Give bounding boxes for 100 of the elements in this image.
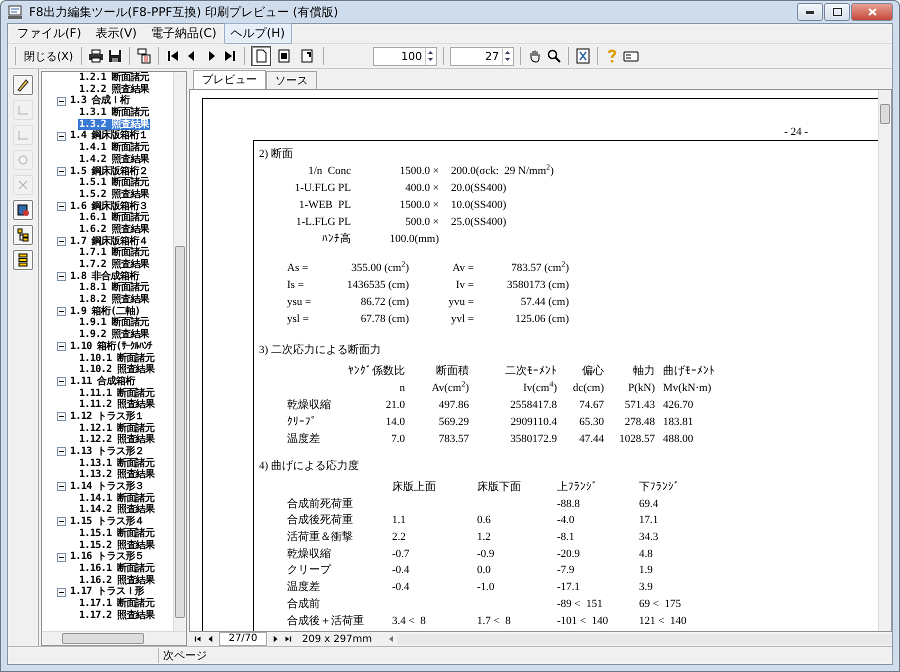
tree-item[interactable]: 1.16.1 断面諸元 bbox=[78, 562, 156, 575]
expander-icon[interactable] bbox=[57, 307, 66, 316]
pencil-icon[interactable] bbox=[13, 75, 33, 95]
tree-item[interactable]: 1.17.1 断面諸元 bbox=[78, 598, 156, 610]
last-page-icon[interactable] bbox=[283, 634, 293, 644]
tree-item[interactable]: 1.4.1 断面諸元 bbox=[78, 142, 150, 154]
close-preview-button[interactable]: 閉じる(X) bbox=[22, 48, 76, 64]
first-page-icon[interactable] bbox=[193, 634, 203, 644]
expander-icon[interactable] bbox=[57, 272, 66, 282]
tree-icon[interactable] bbox=[13, 225, 33, 245]
maximize-button[interactable] bbox=[824, 3, 850, 21]
tree-item[interactable]: 1.9.1 断面諸元 bbox=[78, 317, 150, 330]
tree-item[interactable]: 1.3.2 照査結果 bbox=[78, 118, 150, 130]
tree-item[interactable]: 1.11.2 照査結果 bbox=[78, 399, 156, 411]
expander-icon[interactable] bbox=[57, 132, 66, 141]
table-cell-text: ﾊﾝﾁ高 bbox=[321, 232, 351, 247]
tree-item[interactable]: 1.4 鋼床版箱桁１ bbox=[69, 130, 150, 142]
expander-icon[interactable] bbox=[57, 517, 66, 526]
tree-item[interactable]: 1.13.1 断面諸元 bbox=[78, 458, 156, 470]
expander-icon[interactable] bbox=[57, 236, 66, 246]
search-icon[interactable] bbox=[546, 48, 562, 64]
tree-item[interactable]: 1.11 合成箱桁 bbox=[69, 376, 136, 388]
down-arrow-icon[interactable] bbox=[426, 56, 436, 64]
tree-item[interactable]: 1.15.2 照査結果 bbox=[78, 540, 156, 552]
tree-item[interactable]: 1.11.1 断面諸元 bbox=[78, 388, 156, 400]
down-arrow-icon[interactable] bbox=[503, 56, 512, 64]
expander-icon[interactable] bbox=[57, 447, 66, 456]
tree-item[interactable]: 1.14.1 断面諸元 bbox=[78, 492, 156, 504]
list-icon[interactable] bbox=[13, 250, 33, 270]
table-cell-text: 1436535 (cm) bbox=[346, 278, 409, 293]
document-scrollbar[interactable] bbox=[878, 90, 891, 631]
expander-icon[interactable] bbox=[57, 202, 66, 211]
tree-horizontal-scrollbar[interactable] bbox=[42, 631, 186, 645]
table-cell-text: 曲げﾓｰﾒﾝﾄ bbox=[662, 364, 716, 379]
expander-icon[interactable] bbox=[57, 96, 66, 106]
tab[interactable]: プレビュー bbox=[193, 70, 266, 89]
expander-icon[interactable] bbox=[57, 166, 66, 176]
tree-item[interactable]: 1.10 箱桁(ｻｰｸﾙﾊﾝﾁ bbox=[69, 340, 154, 353]
tree-scrollbar[interactable] bbox=[173, 72, 186, 631]
tree-item[interactable]: 1.6 鋼床版箱桁３ bbox=[69, 200, 150, 212]
tree-item[interactable]: 1.7 鋼床版箱桁４ bbox=[69, 236, 150, 248]
tree-item[interactable]: 1.13 トラス形２ bbox=[69, 446, 146, 458]
table-cell-text: 57.44 (cm) bbox=[520, 295, 569, 310]
expander-icon[interactable] bbox=[57, 588, 66, 597]
minimize-button[interactable] bbox=[797, 3, 823, 21]
table-cell-text: 下ﾌﾗﾝｼﾞ bbox=[639, 480, 681, 495]
tree-item[interactable]: 1.7.2 照査結果 bbox=[78, 259, 150, 271]
tree-item[interactable]: 1.16.2 照査結果 bbox=[78, 574, 156, 586]
tree-item[interactable]: 1.4.2 照査結果 bbox=[78, 154, 150, 166]
zoom-field[interactable]: 100 bbox=[373, 46, 438, 66]
tree-item[interactable]: 1.16 トラス形５ bbox=[69, 551, 146, 563]
page-number: - 24 - bbox=[784, 126, 808, 138]
view-mode-icon[interactable] bbox=[251, 46, 272, 66]
tree-item[interactable]: 1.5 鋼床版箱桁２ bbox=[69, 166, 150, 178]
tab[interactable]: ソース bbox=[266, 71, 317, 89]
tree-item[interactable]: 1.5.1 断面諸元 bbox=[78, 177, 150, 189]
tree-item[interactable]: 1.15.1 断面諸元 bbox=[78, 528, 156, 540]
save-icon[interactable] bbox=[107, 48, 124, 64]
tree-item[interactable]: 1.14 トラス形３ bbox=[69, 481, 146, 493]
tree-item[interactable]: 1.12.1 断面諸元 bbox=[78, 422, 156, 434]
fit-page-icon[interactable] bbox=[575, 48, 592, 64]
tree-item[interactable]: 1.12 トラス形１ bbox=[69, 410, 146, 423]
table-cell-text: 3.4 < 8 bbox=[392, 614, 427, 628]
document-horizontal-scrollbar[interactable] bbox=[386, 632, 892, 646]
menu-item[interactable]: 電子納品(C) bbox=[144, 23, 224, 44]
page-field[interactable]: 27 bbox=[450, 46, 514, 66]
close-button[interactable] bbox=[851, 3, 893, 21]
tree-item[interactable]: 1.2.2 照査結果 bbox=[78, 84, 150, 96]
menu-item[interactable]: 表示(V) bbox=[88, 23, 144, 44]
expander-icon[interactable] bbox=[57, 482, 66, 492]
tree-item[interactable]: 1.3 合成Ｉ桁 bbox=[69, 95, 130, 108]
tree-item[interactable]: 1.8.2 照査結果 bbox=[78, 294, 150, 306]
expander-icon[interactable] bbox=[57, 377, 66, 386]
tree-item[interactable]: 1.8 非合成箱桁 bbox=[69, 270, 140, 282]
tree-item[interactable]: 1.15 トラス形４ bbox=[69, 516, 146, 528]
table-cell-text: Av(cm$^{2}$) bbox=[430, 380, 469, 396]
tree-item[interactable]: 1.3.1 断面諸元 bbox=[78, 107, 150, 119]
tree-item[interactable]: 1.7.1 断面諸元 bbox=[78, 247, 150, 260]
tree-item[interactable]: 1.6.2 照査結果 bbox=[78, 224, 150, 236]
page-setup-icon[interactable] bbox=[136, 48, 152, 64]
tree-item[interactable]: 1.17.2 照査結果 bbox=[78, 610, 156, 622]
table-cell-text: 1-WEB PL bbox=[298, 198, 351, 213]
expander-icon[interactable] bbox=[57, 412, 66, 422]
menu-item[interactable]: ヘルプ(H) bbox=[224, 23, 292, 44]
expander-icon[interactable] bbox=[57, 342, 66, 352]
printer-icon[interactable] bbox=[88, 48, 104, 64]
tree-item[interactable]: 1.14.2 照査結果 bbox=[78, 504, 156, 516]
page-indicator[interactable]: 27/70 bbox=[219, 632, 267, 646]
tree-item[interactable]: 1.9.2 照査結果 bbox=[78, 329, 150, 341]
tree-item[interactable]: 1.17 トラスＩ形 bbox=[69, 586, 146, 598]
tree-item[interactable]: 1.9 箱桁(二軸) bbox=[69, 306, 142, 318]
menu-item[interactable]: ファイル(F) bbox=[10, 23, 88, 44]
tree-item[interactable]: 1.12.2 照査結果 bbox=[78, 434, 156, 446]
tree-item[interactable]: 1.8.1 断面諸元 bbox=[78, 282, 150, 294]
tree-item[interactable]: 1.10.1 断面諸元 bbox=[78, 352, 156, 364]
tree-item[interactable]: 1.6.1 断面諸元 bbox=[78, 212, 150, 224]
tree-item[interactable]: 1.10.2 照査結果 bbox=[78, 364, 156, 376]
tree-item[interactable]: 1.13.2 照査結果 bbox=[78, 469, 156, 482]
expander-icon[interactable] bbox=[57, 552, 66, 562]
tree-item[interactable]: 1.5.2 照査結果 bbox=[78, 188, 150, 201]
